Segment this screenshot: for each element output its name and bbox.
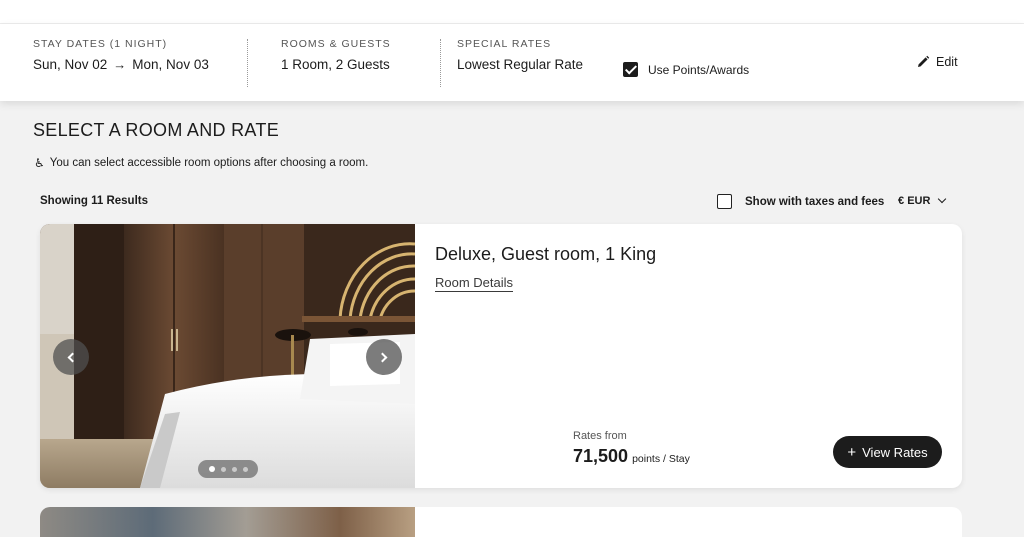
use-points-label: Use Points/Awards [648,62,750,77]
stay-dates-label: STAY DATES (1 NIGHT) [33,38,168,50]
special-rates[interactable]: SPECIAL RATES Lowest Regular Rate [457,38,583,72]
room-photo-illustration [40,224,415,488]
edit-button[interactable]: Edit [916,55,958,69]
accessibility-note-text: You can select accessible room options a… [49,157,369,169]
points-unit: points / Stay [632,453,690,465]
accessibility-note: ♿ You can select accessible room options… [34,156,368,170]
photo-dot[interactable] [231,466,237,472]
room-photo [40,224,415,488]
check-out-date: Mon, Nov 03 [132,57,209,72]
view-rates-button[interactable]: + View Rates [833,436,942,468]
taxes-fees-toggle[interactable]: Show with taxes and fees [717,194,884,209]
room-card: Deluxe, Guest room, 1 King Room Details … [40,224,962,488]
stay-dates[interactable]: STAY DATES (1 NIGHT) Sun, Nov 02 → Mon, No… [33,38,209,72]
plus-icon: + [847,443,857,461]
view-rates-label: View Rates [862,444,928,460]
divider [247,39,248,87]
results-count: Showing 11 Results [40,195,148,207]
currency-code: EUR [907,195,931,207]
currency-symbol: € [898,195,905,207]
page-title: SELECT A ROOM AND RATE [33,120,279,140]
next-photo-button[interactable] [366,339,402,375]
rooms-guests-value: 1 Room, 2 Guests [281,57,390,72]
chevron-left-icon [67,352,78,362]
photo-dot[interactable] [208,466,215,472]
check-in-date: Sun, Nov 02 [33,57,108,72]
use-points-toggle[interactable]: Use Points/Awards [623,62,749,77]
special-rates-value: Lowest Regular Rate [457,57,584,72]
rooms-guests-label: ROOMS & GUESTS [281,38,391,50]
stay-summary-bar: STAY DATES (1 NIGHT) Sun, Nov 02 → Mon, No… [0,24,1024,101]
chevron-down-icon [938,194,947,204]
arrow-right-icon: → [113,57,127,72]
edit-label: Edit [936,55,958,69]
rooms-guests[interactable]: ROOMS & GUESTS 1 Room, 2 Guests [281,38,391,72]
stay-dates-value: Sun, Nov 02 → Mon, Nov 03 [33,57,209,72]
room-name: Deluxe, Guest room, 1 King [435,244,657,264]
taxes-fees-checkbox[interactable] [717,194,732,209]
room-card-next [40,507,962,537]
use-points-checkbox[interactable] [623,62,638,77]
taxes-fees-label: Show with taxes and fees [745,195,885,208]
currency-selector[interactable]: € EUR [898,194,947,207]
photo-dot[interactable] [242,466,248,472]
room-photo [40,507,415,537]
pencil-icon [918,55,930,67]
top-strip [0,0,1024,24]
photo-pagination [198,460,258,478]
chevron-right-icon [377,352,388,362]
photo-dot[interactable] [220,466,226,472]
special-rates-label: SPECIAL RATES [457,38,552,50]
rates-from-label: Rates from [573,430,627,442]
room-details-link[interactable]: Room Details [435,275,514,292]
divider [440,39,441,87]
previous-photo-button[interactable] [53,339,89,375]
rate-points: 71,500 points / Stay [573,446,690,467]
wheelchair-icon: ♿ [34,156,45,170]
points-amount: 71,500 [573,446,629,466]
